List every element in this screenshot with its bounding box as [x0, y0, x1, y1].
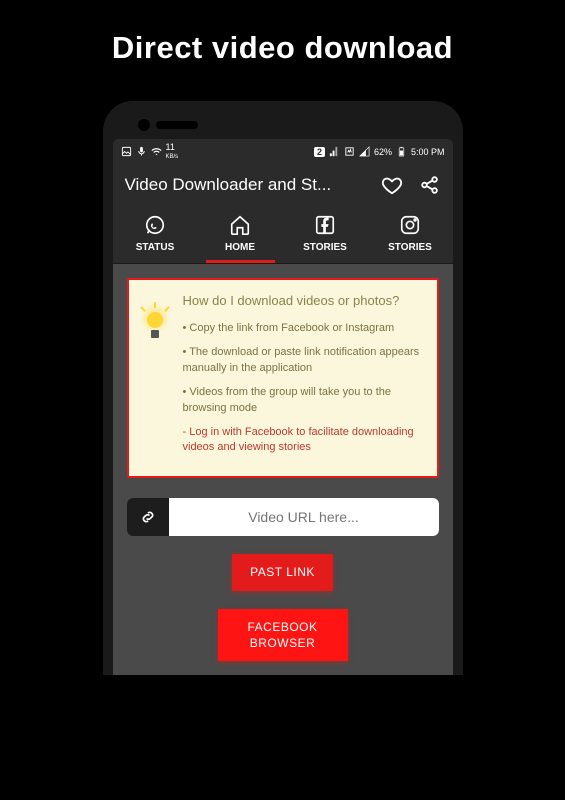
- status-left: 11KB/s: [121, 143, 179, 160]
- battery-percent: 62%: [374, 147, 392, 157]
- image-icon: [121, 146, 132, 157]
- url-row: [127, 498, 439, 536]
- info-item: • Copy the link from Facebook or Instagr…: [183, 321, 425, 337]
- tab-label: STORIES: [388, 242, 432, 253]
- clock: 5:00 PM: [411, 147, 445, 157]
- tab-ig-stories[interactable]: STORIES: [368, 206, 453, 263]
- info-title: How do I download videos or photos?: [183, 292, 425, 311]
- sim-badge: 2: [314, 147, 325, 157]
- instagram-icon: [399, 214, 421, 236]
- main-content: How do I download videos or photos? • Co…: [113, 264, 453, 675]
- signal-icon: [329, 146, 340, 157]
- tab-fb-stories[interactable]: STORIES: [283, 206, 368, 263]
- url-input[interactable]: [169, 498, 439, 536]
- info-card: How do I download videos or photos? • Co…: [127, 278, 439, 478]
- favorite-icon[interactable]: [381, 174, 403, 196]
- facebook-icon: [314, 214, 336, 236]
- tab-home[interactable]: HOME: [198, 206, 283, 263]
- status-bar: 11KB/s 2 62% 5:00 PM: [113, 139, 453, 164]
- tab-status[interactable]: STATUS: [113, 206, 198, 263]
- tab-label: HOME: [225, 242, 255, 253]
- tab-label: STORIES: [303, 242, 347, 253]
- home-icon: [229, 214, 251, 236]
- data-rate: 11KB/s: [166, 143, 179, 160]
- signal-icon-2: [359, 146, 370, 157]
- phone-frame: 11KB/s 2 62% 5:00 PM Video Downloader an…: [103, 101, 463, 675]
- speaker-icon: [156, 121, 198, 129]
- app-title: Video Downloader and St...: [125, 175, 365, 195]
- link-icon: [127, 498, 169, 536]
- facebook-browser-button[interactable]: FACEBOOK BROWSER: [218, 609, 348, 661]
- past-link-button[interactable]: PAST LINK: [232, 554, 333, 590]
- whatsapp-icon: [144, 214, 166, 236]
- wifi-icon: [151, 146, 162, 157]
- mobile-data-icon: [344, 146, 355, 157]
- status-right: 2 62% 5:00 PM: [314, 146, 445, 157]
- tab-label: STATUS: [136, 242, 175, 253]
- lightbulb-icon: [137, 292, 173, 464]
- info-login: - Log in with Facebook to facilitate dow…: [183, 425, 425, 457]
- battery-icon: [396, 146, 407, 157]
- camera-dot-icon: [138, 119, 150, 131]
- phone-screen: 11KB/s 2 62% 5:00 PM Video Downloader an…: [113, 139, 453, 675]
- share-icon[interactable]: [419, 174, 441, 196]
- info-text: How do I download videos or photos? • Co…: [183, 292, 425, 464]
- info-item: • Videos from the group will take you to…: [183, 385, 425, 417]
- mic-icon: [136, 146, 147, 157]
- app-bar: Video Downloader and St...: [113, 164, 453, 206]
- info-item: • The download or paste link notificatio…: [183, 345, 425, 377]
- promo-title: Direct video download: [0, 0, 565, 101]
- phone-hardware-top: [113, 111, 453, 139]
- tab-bar: STATUS HOME STORIES STORIES: [113, 206, 453, 264]
